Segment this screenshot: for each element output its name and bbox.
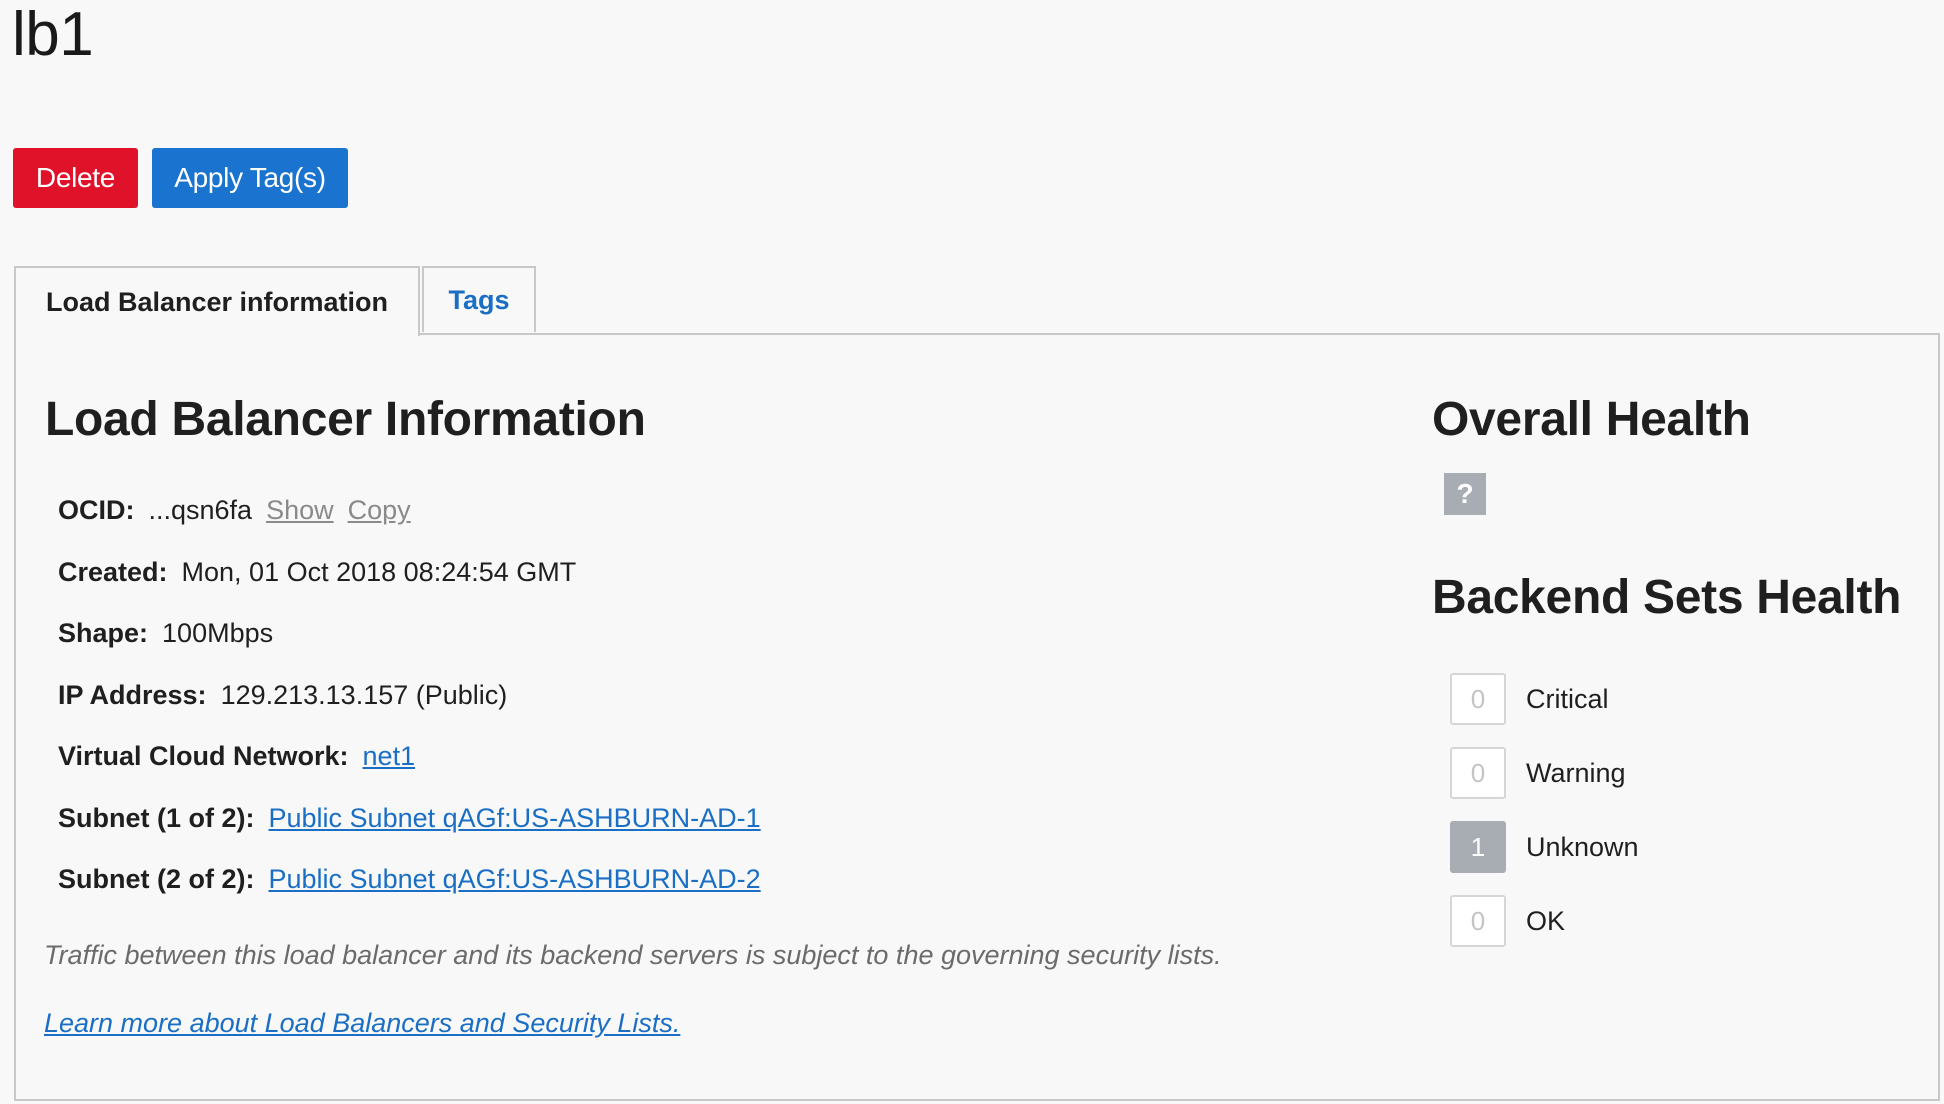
subnet-2-row: Subnet (2 of 2): Public Subnet qAGf:US-A… [58,849,761,911]
shape-value: 100Mbps [162,618,274,649]
critical-label: Critical [1526,683,1609,714]
ocid-copy-link[interactable]: Copy [348,495,411,526]
unknown-label: Unknown [1526,831,1639,862]
created-label: Created: [58,556,168,587]
subnet-2-link[interactable]: Public Subnet qAGf:US-ASHBURN-AD-2 [269,864,761,895]
critical-count-badge: 0 [1450,673,1506,725]
load-balancer-information-heading: Load Balancer Information [45,393,646,446]
warning-label: Warning [1526,757,1626,788]
health-row-ok: 0 OK [1450,884,1639,958]
action-bar: Delete Apply Tag(s) [13,148,348,208]
tab-bar: Load Balancer information Tags [14,266,536,336]
backend-health-list: 0 Critical 0 Warning 1 Unknown 0 OK [1450,662,1639,958]
ocid-show-link[interactable]: Show [266,495,334,526]
subnet-1-row: Subnet (1 of 2): Public Subnet qAGf:US-A… [58,788,761,850]
load-balancer-details-page: lb1 Delete Apply Tag(s) Load Balancer in… [0,0,1944,1104]
unknown-count-badge: 1 [1450,821,1506,873]
overall-health-heading: Overall Health [1432,393,1751,446]
ocid-row: OCID: ...qsn6fa Show Copy [58,480,761,542]
vcn-label: Virtual Cloud Network: [58,741,349,772]
health-row-unknown: 1 Unknown [1450,810,1639,884]
learn-more-link[interactable]: Learn more about Load Balancers and Secu… [44,1008,680,1039]
delete-button[interactable]: Delete [13,148,138,208]
ip-address-label: IP Address: [58,679,207,710]
health-row-warning: 0 Warning [1450,736,1639,810]
shape-label: Shape: [58,618,149,649]
backend-sets-health-heading: Backend Sets Health [1432,571,1902,624]
info-list: OCID: ...qsn6fa Show Copy Created: Mon, … [58,480,761,911]
ocid-label: OCID: [58,495,135,526]
subnet-1-link[interactable]: Public Subnet qAGf:US-ASHBURN-AD-1 [269,803,761,834]
tab-tags[interactable]: Tags [422,266,536,332]
apply-tags-button[interactable]: Apply Tag(s) [152,148,348,208]
overall-health-unknown-icon: ? [1444,473,1486,515]
subnet-2-label: Subnet (2 of 2): [58,864,255,895]
ip-address-row: IP Address: 129.213.13.157 (Public) [58,665,761,727]
shape-row: Shape: 100Mbps [58,603,761,665]
warning-count-badge: 0 [1450,747,1506,799]
ocid-value: ...qsn6fa [148,495,253,526]
health-row-critical: 0 Critical [1450,662,1639,736]
vcn-link[interactable]: net1 [363,741,416,772]
ip-address-value: 129.213.13.157 (Public) [220,679,508,710]
subnet-1-label: Subnet (1 of 2): [58,802,255,833]
ok-label: OK [1526,905,1566,936]
ok-count-badge: 0 [1450,895,1506,947]
vcn-row: Virtual Cloud Network: net1 [58,726,761,788]
tab-load-balancer-information[interactable]: Load Balancer information [14,266,420,336]
security-lists-note: Traffic between this load balancer and i… [44,940,1222,970]
page-title: lb1 [12,0,94,69]
created-value: Mon, 01 Oct 2018 08:24:54 GMT [181,556,577,587]
created-row: Created: Mon, 01 Oct 2018 08:24:54 GMT [58,542,761,604]
